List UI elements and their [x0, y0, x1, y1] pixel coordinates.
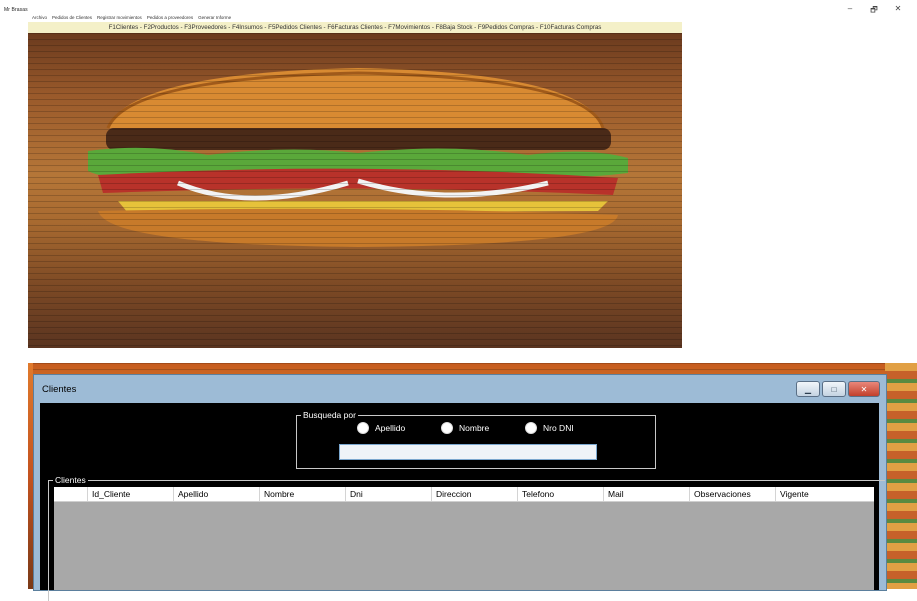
clientes-grid[interactable]: Id_Cliente Apellido Nombre Dni Direccion…	[54, 487, 874, 590]
close-icon: ✕	[860, 384, 868, 394]
radio-nombre-label: Nombre	[459, 423, 490, 433]
menu-registrar-movimientos[interactable]: Registrar movimientos	[97, 15, 142, 20]
radio-nro-dni[interactable]: Nro DNI	[525, 422, 574, 434]
menubar: Archivo Pedidos de Clientes Registrar mo…	[32, 15, 231, 20]
clientes-window-controls: ▁ □ ✕	[796, 381, 880, 397]
clientes-legend: Clientes	[53, 475, 88, 486]
column-header-nombre[interactable]: Nombre	[260, 487, 346, 501]
radio-apellido-label: Apellido	[375, 423, 406, 433]
menu-generar-informe[interactable]: Generar Informe	[198, 15, 231, 20]
app-title: Mr Brasas	[4, 7, 28, 13]
burger-illustration	[88, 68, 628, 247]
busqueda-group: Busqueda por Apellido Nombre Nro DNI	[296, 410, 656, 469]
menu-pedidos-proveedores[interactable]: Pedidos a proveedores	[147, 15, 193, 20]
column-header-id-cliente[interactable]: Id_Cliente	[88, 487, 174, 501]
grid-header: Id_Cliente Apellido Nombre Dni Direccion…	[54, 487, 874, 502]
column-header-selector[interactable]	[54, 487, 88, 501]
clientes-window: Clientes ▁ □ ✕ Busqueda por Apellido Nom…	[33, 374, 887, 601]
child-maximize-button[interactable]: □	[822, 381, 846, 397]
column-header-mail[interactable]: Mail	[604, 487, 690, 501]
column-header-dni[interactable]: Dni	[346, 487, 432, 501]
column-header-vigente[interactable]: Vigente	[776, 487, 874, 501]
radio-nro-dni-label: Nro DNI	[543, 423, 574, 433]
maximize-icon[interactable]: 🗗	[869, 4, 879, 18]
clientes-window-title: Clientes	[42, 384, 77, 395]
busqueda-legend: Busqueda por	[301, 410, 358, 421]
window-controls: – 🗗 ✕	[845, 4, 903, 18]
column-header-observaciones[interactable]: Observaciones	[690, 487, 776, 501]
radio-nombre[interactable]: Nombre	[441, 422, 489, 434]
minimize-icon[interactable]: –	[845, 4, 855, 18]
maximize-icon: □	[831, 384, 837, 394]
clientes-content: Busqueda por Apellido Nombre Nro DNI Cli…	[40, 403, 885, 601]
minimize-icon: ▁	[804, 384, 812, 394]
column-header-apellido[interactable]: Apellido	[174, 487, 260, 501]
search-input[interactable]	[339, 444, 597, 460]
background-strip-right	[885, 363, 917, 589]
menu-pedidos-clientes[interactable]: Pedidos de Clientes	[52, 15, 92, 20]
close-icon[interactable]: ✕	[893, 4, 903, 18]
column-header-direccion[interactable]: Direccion	[432, 487, 518, 501]
child-close-button[interactable]: ✕	[848, 381, 880, 397]
radio-apellido[interactable]: Apellido	[357, 422, 405, 434]
background-image	[28, 33, 682, 348]
child-minimize-button[interactable]: ▁	[796, 381, 820, 397]
radio-apellido-indicator[interactable]	[357, 422, 369, 434]
column-header-telefono[interactable]: Telefono	[518, 487, 604, 501]
radio-nombre-indicator[interactable]	[441, 422, 453, 434]
menu-archivo[interactable]: Archivo	[32, 15, 47, 20]
radio-nro-dni-indicator[interactable]	[525, 422, 537, 434]
